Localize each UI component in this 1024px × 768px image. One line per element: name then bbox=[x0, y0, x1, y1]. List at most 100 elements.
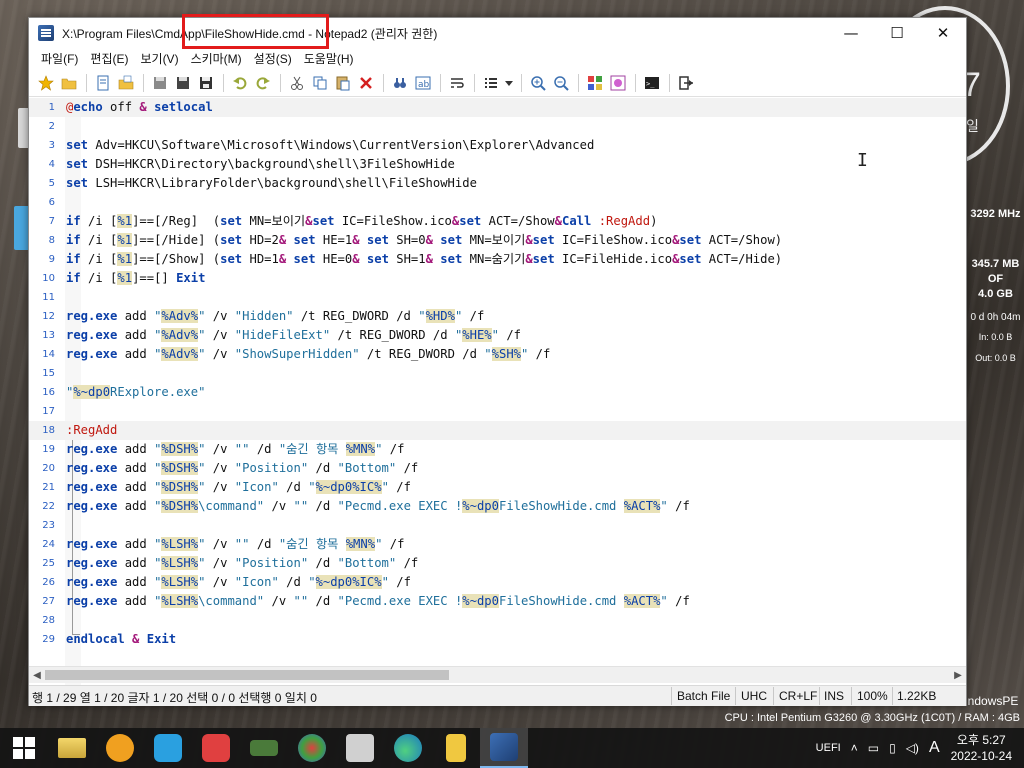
taskbar-app-camera[interactable] bbox=[96, 728, 144, 768]
svg-text:>_: >_ bbox=[646, 80, 655, 88]
save-copy-icon[interactable] bbox=[195, 72, 217, 94]
status-divider bbox=[892, 687, 893, 705]
system-tray: UEFI ˄ ▭ ▯ ◁) A 오후 5:27 2022-10-24 bbox=[811, 728, 1024, 768]
code-line: 24 reg.exe add "%LSH%" /v "" /d "숨긴 항목 %M… bbox=[42, 537, 405, 551]
status-line-ending[interactable]: CR+LF bbox=[779, 689, 817, 703]
menu-file[interactable]: 파일(F) bbox=[35, 50, 84, 67]
toolbar-separator bbox=[280, 73, 281, 92]
start-button[interactable] bbox=[0, 728, 48, 768]
network-icon bbox=[298, 734, 326, 762]
delete-icon[interactable] bbox=[355, 72, 377, 94]
exit-icon[interactable] bbox=[675, 72, 697, 94]
code-line: 21 reg.exe add "%DSH%" /v "Icon" /d "%~dp… bbox=[42, 480, 411, 494]
battery-icon[interactable]: ▯ bbox=[889, 741, 896, 755]
network-out: Out: 0.0 B bbox=[975, 353, 1016, 363]
taskbar-app-notepad2[interactable] bbox=[480, 728, 528, 768]
code-line: 29 endlocal & Exit bbox=[42, 632, 177, 646]
status-ins[interactable]: INS bbox=[824, 689, 844, 703]
list-icon[interactable] bbox=[480, 72, 502, 94]
menu-settings[interactable]: 설정(S) bbox=[248, 50, 298, 67]
new-file-icon[interactable] bbox=[92, 72, 114, 94]
replace-icon[interactable]: ab bbox=[412, 72, 434, 94]
code-line: 12 reg.exe add "%Adv%" /v "Hidden" /t REG… bbox=[42, 309, 485, 323]
scrollbar-thumb[interactable] bbox=[45, 670, 449, 680]
text-cursor-icon: I bbox=[857, 150, 868, 171]
tray-clock[interactable]: 오후 5:27 2022-10-24 bbox=[951, 732, 1012, 764]
title-bar[interactable]: X:\Program Files\CmdApp\FileShowHide.cmd… bbox=[29, 14, 966, 49]
save-icon[interactable] bbox=[149, 72, 171, 94]
code-line: 20 reg.exe add "%DSH%" /v "Position" /d "… bbox=[42, 461, 419, 475]
menu-help[interactable]: 도움말(H) bbox=[298, 50, 360, 67]
code-line: 28 bbox=[42, 615, 55, 626]
taskbar-app-folder[interactable] bbox=[432, 728, 480, 768]
status-lexer[interactable]: Batch File bbox=[677, 689, 730, 703]
notepad2-window: X:\Program Files\CmdApp\FileShowHide.cmd… bbox=[28, 14, 967, 706]
status-size: 1.22KB bbox=[897, 689, 937, 703]
minimize-button[interactable]: — bbox=[828, 18, 874, 48]
volume-icon[interactable]: ◁) bbox=[906, 741, 919, 755]
code-line: 14 reg.exe add "%Adv%" /v "ShowSuperHidde… bbox=[42, 347, 551, 361]
zoom-out-icon[interactable] bbox=[550, 72, 572, 94]
taskbar-app-computer[interactable] bbox=[48, 728, 96, 768]
code-line: 5 set LSH=HKCR\LibraryFolder\background\s… bbox=[48, 176, 477, 190]
status-position: 행 1 / 29 열 1 / 20 글자 1 / 20 선택 0 / 0 선택행… bbox=[32, 691, 317, 705]
code-line: 13 reg.exe add "%Adv%" /v "HideFileExt" /… bbox=[42, 328, 521, 342]
maximize-button[interactable]: ☐ bbox=[874, 18, 920, 48]
cut-icon[interactable] bbox=[286, 72, 308, 94]
favorite-star-icon[interactable] bbox=[35, 72, 57, 94]
cpu-frequency: 3292 MHz bbox=[970, 208, 1021, 220]
taskbar-app-network[interactable] bbox=[288, 728, 336, 768]
taskbar-app-edge[interactable] bbox=[384, 728, 432, 768]
windows-logo-icon bbox=[13, 737, 35, 759]
code-line: 11 bbox=[42, 292, 55, 303]
chevron-down-icon[interactable] bbox=[503, 72, 515, 94]
open-file-icon[interactable] bbox=[115, 72, 137, 94]
toolbar-separator bbox=[669, 73, 670, 92]
tray-expand-icon[interactable]: ˄ bbox=[851, 741, 858, 755]
horizontal-scrollbar[interactable]: ◀ ▶ bbox=[29, 666, 966, 683]
save-as-icon[interactable] bbox=[172, 72, 194, 94]
code-line: 18:RegAdd bbox=[29, 421, 966, 440]
taskbar-app-hardware[interactable] bbox=[240, 728, 288, 768]
toolbar-separator bbox=[521, 73, 522, 92]
taskbar-app-power[interactable] bbox=[192, 728, 240, 768]
redo-icon[interactable] bbox=[252, 72, 274, 94]
open-folder-icon[interactable] bbox=[58, 72, 80, 94]
menu-edit[interactable]: 편집(E) bbox=[84, 50, 134, 67]
ime-indicator[interactable]: A bbox=[929, 739, 940, 757]
code-editor[interactable]: − 1@echo off & setlocal 2 3set Adv=HKCU\… bbox=[29, 98, 966, 685]
console-icon[interactable]: >_ bbox=[641, 72, 663, 94]
taskbar: UEFI ˄ ▭ ▯ ◁) A 오후 5:27 2022-10-24 bbox=[0, 728, 1024, 768]
taskbar-app-refresh[interactable] bbox=[144, 728, 192, 768]
close-button[interactable]: ✕ bbox=[920, 18, 966, 48]
custom-scheme-icon[interactable] bbox=[607, 72, 629, 94]
code-line: 17 bbox=[42, 406, 55, 417]
window-title: X:\Program Files\CmdApp\FileShowHide.cmd… bbox=[62, 26, 438, 41]
paste-icon[interactable] bbox=[332, 72, 354, 94]
notepad2-taskbar-icon bbox=[490, 733, 518, 761]
toolbar-separator bbox=[383, 73, 384, 92]
network-in: In: 0.0 B bbox=[978, 332, 1013, 342]
scroll-left-icon[interactable]: ◀ bbox=[29, 667, 45, 684]
code-line: 3 set Adv=HKCU\Software\Microsoft\Windows… bbox=[48, 138, 595, 152]
copy-icon[interactable] bbox=[309, 72, 331, 94]
word-wrap-icon[interactable] bbox=[446, 72, 468, 94]
notepad2-icon[interactable] bbox=[38, 25, 54, 41]
code-line: 26 reg.exe add "%LSH%" /v "Icon" /d "%~dp… bbox=[42, 575, 411, 589]
menu-scheme[interactable]: 스키마(M) bbox=[185, 50, 248, 67]
code-line: 8 if /i [%1]==[/Hide] (set HD=2& set HE=1… bbox=[48, 233, 783, 247]
status-encoding[interactable]: UHC bbox=[741, 689, 767, 703]
status-divider bbox=[671, 687, 672, 705]
scroll-right-icon[interactable]: ▶ bbox=[950, 667, 966, 684]
zoom-in-icon[interactable] bbox=[527, 72, 549, 94]
undo-icon[interactable] bbox=[229, 72, 251, 94]
uptime: 0 d 0h 04m bbox=[970, 312, 1021, 323]
status-zoom[interactable]: 100% bbox=[857, 689, 888, 703]
network-tray-icon[interactable]: ▭ bbox=[868, 741, 879, 755]
scheme-icon[interactable] bbox=[584, 72, 606, 94]
menu-view[interactable]: 보기(V) bbox=[134, 50, 184, 67]
find-icon[interactable] bbox=[389, 72, 411, 94]
taskbar-app-disk[interactable] bbox=[336, 728, 384, 768]
tray-date: 2022-10-24 bbox=[950, 749, 1012, 763]
edge-browser-icon bbox=[394, 734, 422, 762]
